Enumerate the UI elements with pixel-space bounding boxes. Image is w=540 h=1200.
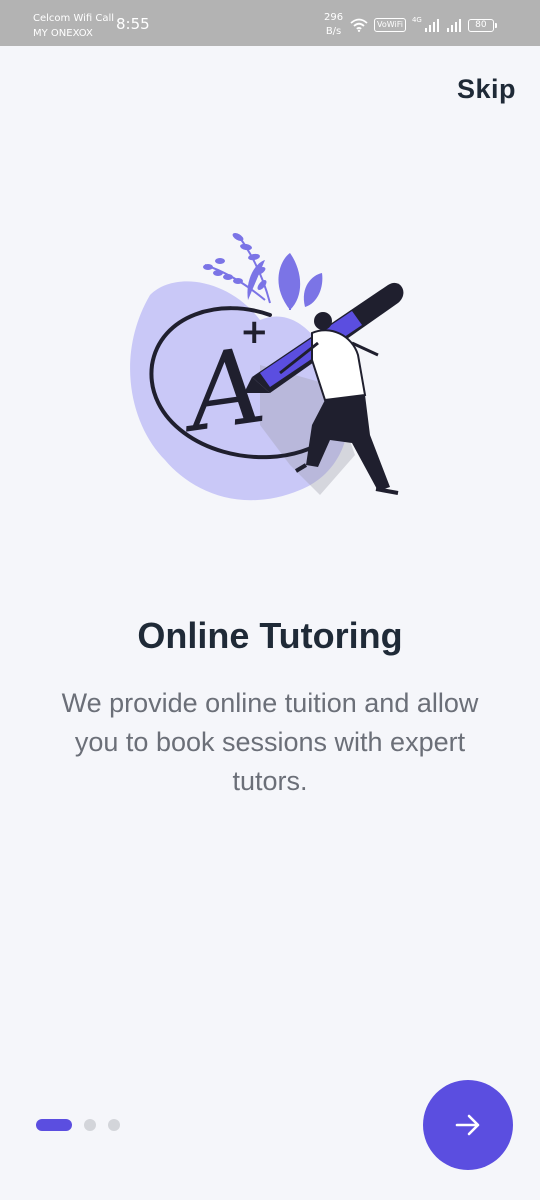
network-speed-unit: B/s [325, 26, 342, 37]
page-dot-3 [108, 1119, 120, 1131]
page-dot-2 [84, 1119, 96, 1131]
carrier-info: Celcom Wifi Call MY ONEXOX [33, 11, 114, 41]
grade-plus: + [240, 312, 269, 352]
onboarding-description: We provide online tuition and allow you … [61, 688, 479, 796]
network-speed: 296 B/s [324, 11, 343, 39]
arrow-right-icon [455, 1114, 480, 1136]
status-bar: Celcom Wifi Call MY ONEXOX 8:55 296 B/s … [0, 0, 540, 46]
status-icons: VoWiFi 4G 80 [350, 14, 497, 36]
battery-icon: 80 [467, 18, 497, 32]
onboarding-title: Online Tutoring [137, 615, 403, 656]
wifi-icon [350, 18, 368, 32]
status-time: 8:55 [116, 15, 150, 33]
signal-icon [424, 19, 439, 32]
tutoring-illustration: A + [130, 233, 404, 501]
page-dot-1-active [36, 1119, 72, 1131]
skip-button[interactable]: Skip [457, 74, 516, 105]
carrier-line-2: MY ONEXOX [33, 28, 93, 39]
signal-icon-sim2 [446, 19, 461, 32]
network-speed-value: 296 [324, 12, 344, 23]
page-indicator [36, 1119, 120, 1131]
next-button[interactable] [423, 1080, 513, 1170]
carrier-line-1: Celcom Wifi Call [33, 13, 115, 24]
vowifi-badge: VoWiFi [374, 18, 406, 32]
network-type: 4G [411, 16, 422, 24]
